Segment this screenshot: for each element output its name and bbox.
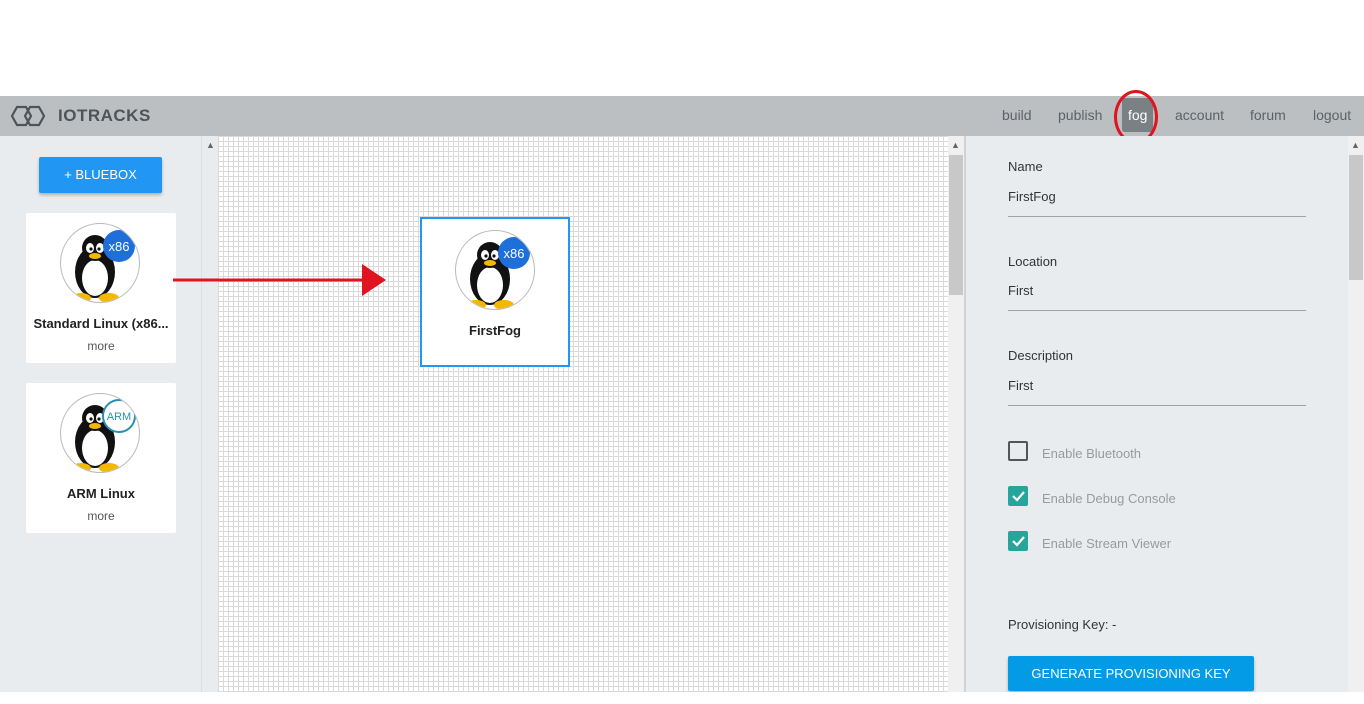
fog-details-panel <box>964 136 1348 692</box>
debug-console-checkbox[interactable] <box>1008 486 1028 506</box>
details-scroll-thumb[interactable] <box>1349 155 1363 280</box>
scroll-up-icon[interactable]: ▲ <box>1351 140 1360 150</box>
linux-x86-avatar: x86 <box>60 223 140 303</box>
linux-x86-avatar: x86 <box>455 230 535 310</box>
fog-grid-canvas[interactable] <box>218 136 948 692</box>
bluebox-card-arm-linux[interactable]: ARM ARM Linux more <box>26 383 176 533</box>
add-bluebox-button[interactable]: + BLUEBOX <box>39 157 162 193</box>
nav-build[interactable]: build <box>1002 96 1032 136</box>
name-field-underline <box>1008 216 1306 217</box>
debug-console-checkbox-label[interactable]: Enable Debug Console <box>1042 491 1176 506</box>
name-field[interactable]: FirstFog <box>1008 189 1056 204</box>
name-label: Name <box>1008 159 1043 174</box>
description-label: Description <box>1008 348 1074 363</box>
checkmark-icon <box>1012 536 1025 547</box>
card-title: Standard Linux (x86... <box>33 316 169 331</box>
nav-account[interactable]: account <box>1175 96 1224 136</box>
location-label: Location <box>1008 254 1058 269</box>
fog-node-firstfog[interactable]: x86 FirstFog <box>420 217 570 367</box>
scroll-up-icon[interactable]: ▲ <box>951 140 960 150</box>
arm-badge-text: ARM <box>107 411 131 423</box>
description-field[interactable]: First <box>1008 378 1033 393</box>
node-title: FirstFog <box>469 323 521 338</box>
nav-logout[interactable]: logout <box>1313 96 1351 136</box>
card-more-link[interactable]: more <box>26 509 176 523</box>
top-navbar: IOTRACKS build publish fog account forum… <box>0 96 1364 136</box>
bluebox-card-standard-linux[interactable]: x86 Standard Linux (x86... more <box>26 213 176 363</box>
x86-badge-text: x86 <box>109 239 130 254</box>
stream-viewer-checkbox-label[interactable]: Enable Stream Viewer <box>1042 536 1171 551</box>
bluetooth-checkbox[interactable] <box>1008 441 1028 461</box>
brand-name: IOTRACKS <box>58 106 151 125</box>
scroll-up-icon[interactable]: ▲ <box>206 140 215 150</box>
nav-publish[interactable]: publish <box>1058 96 1102 136</box>
location-field[interactable]: First <box>1008 283 1033 298</box>
top-blank-area <box>0 0 1364 96</box>
canvas-scroll-thumb[interactable] <box>949 155 963 295</box>
linux-arm-avatar: ARM <box>60 393 140 473</box>
provisioning-key-text: Provisioning Key: - <box>1008 617 1117 632</box>
tux-penguin-icon: x86 <box>466 237 530 309</box>
location-field-underline <box>1008 310 1306 311</box>
drag-arrow-icon <box>173 264 386 296</box>
description-field-underline <box>1008 405 1306 406</box>
sidebar-scrollbar[interactable]: ▲ <box>201 136 218 692</box>
bottom-blank-area <box>0 692 1364 704</box>
x86-badge-text: x86 <box>504 246 525 261</box>
stream-viewer-checkbox[interactable] <box>1008 531 1028 551</box>
generate-provisioning-key-button[interactable]: GENERATE PROVISIONING KEY <box>1008 656 1254 691</box>
bluetooth-checkbox-label[interactable]: Enable Bluetooth <box>1042 446 1141 461</box>
brand-logo[interactable]: IOTRACKS <box>10 103 151 129</box>
tux-penguin-icon: x86 <box>71 230 135 302</box>
checkmark-icon <box>1012 491 1025 502</box>
card-title: ARM Linux <box>67 486 135 501</box>
hexagon-logo-icon <box>10 105 46 127</box>
tux-penguin-icon: ARM <box>71 399 136 472</box>
card-more-link[interactable]: more <box>26 339 176 353</box>
nav-forum[interactable]: forum <box>1250 96 1286 136</box>
